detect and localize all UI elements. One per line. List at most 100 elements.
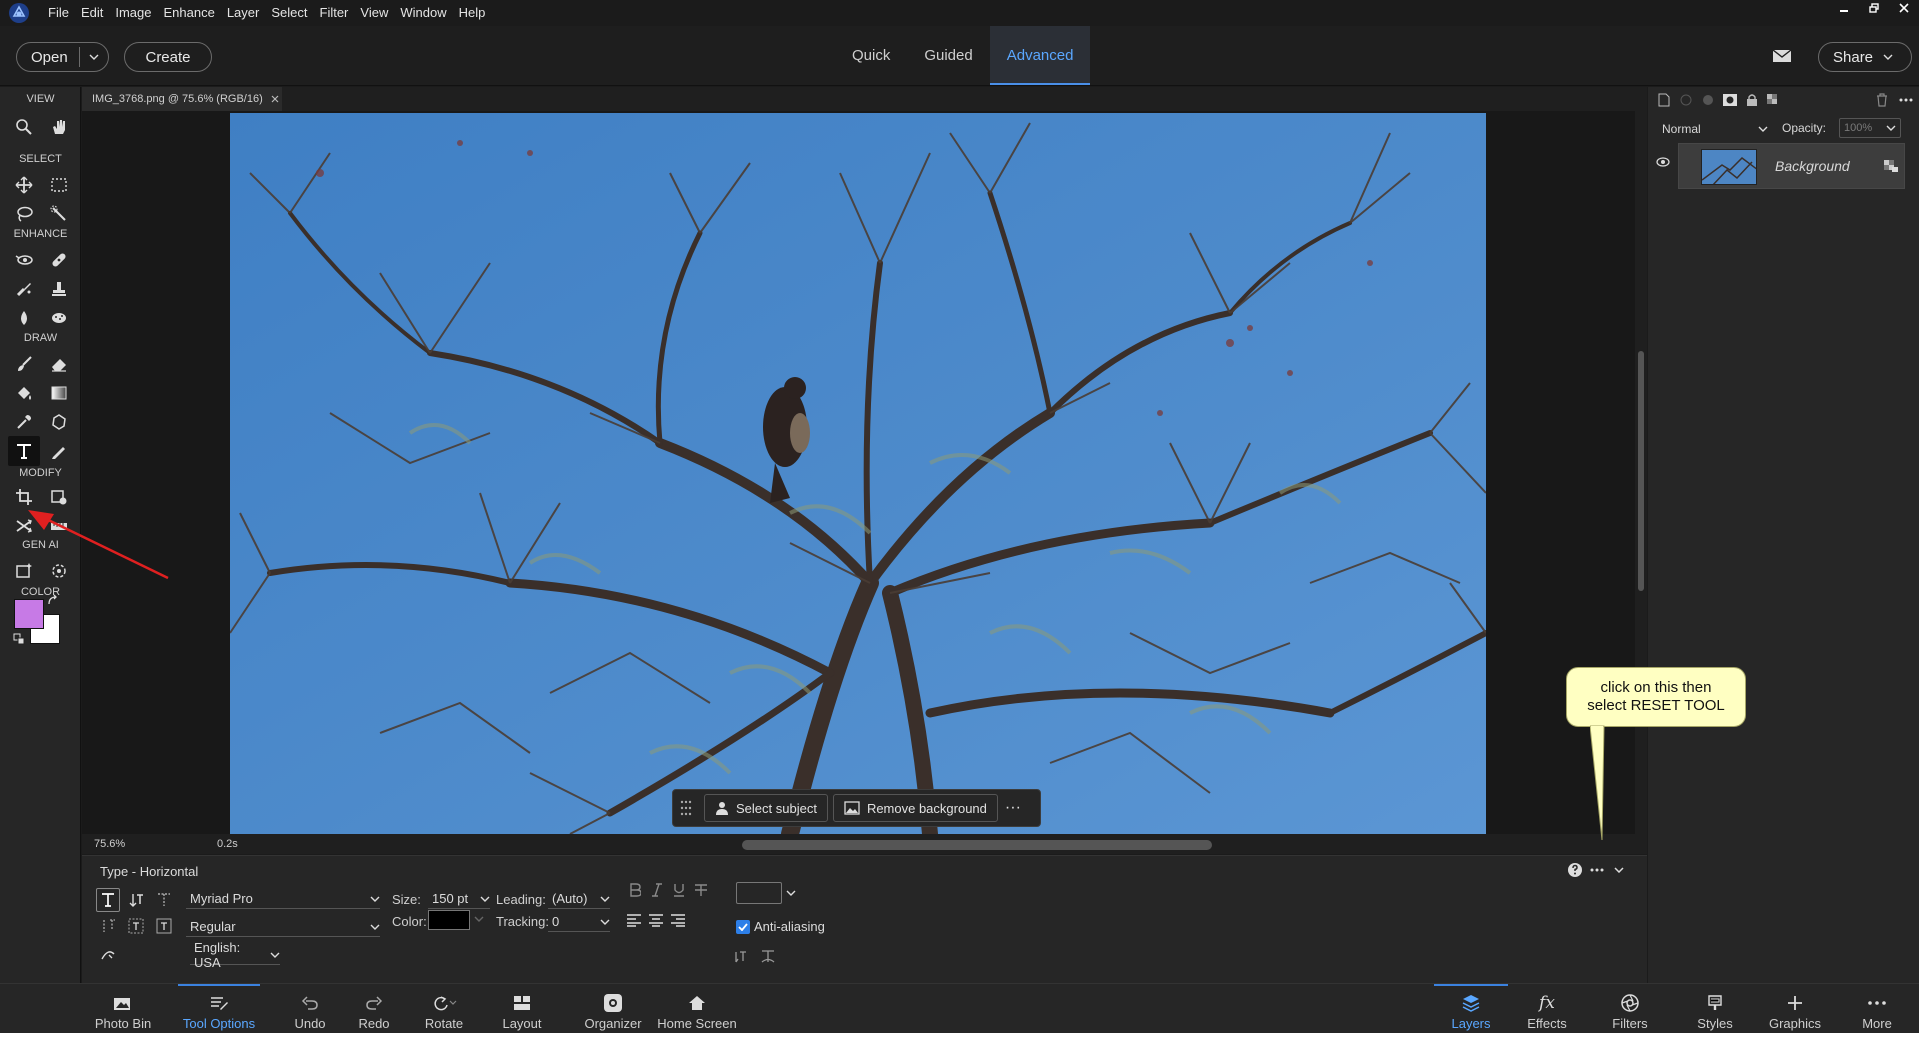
menu-filter[interactable]: Filter xyxy=(314,0,355,26)
font-family-select[interactable]: Myriad Pro xyxy=(186,889,380,909)
tab-advanced[interactable]: Advanced xyxy=(989,26,1091,85)
tool-options-button[interactable]: Tool Options xyxy=(178,984,260,1033)
chevron-down-icon[interactable] xyxy=(80,54,108,60)
foreground-color-swatch[interactable] xyxy=(14,599,44,629)
organizer-button[interactable]: Organizer xyxy=(580,984,646,1033)
graphics-button[interactable]: Graphics xyxy=(1764,984,1826,1033)
fill-layer-icon[interactable] xyxy=(1700,92,1716,108)
styles-button[interactable]: Styles xyxy=(1692,984,1738,1033)
scrollbar-thumb[interactable] xyxy=(1638,351,1644,591)
blur-tool-icon[interactable] xyxy=(11,305,37,331)
eraser-tool-icon[interactable] xyxy=(46,351,72,377)
chevron-down-icon[interactable] xyxy=(474,916,484,922)
chevron-down-icon[interactable] xyxy=(786,890,796,896)
tracking-select[interactable]: 0 xyxy=(548,912,610,932)
menu-layer[interactable]: Layer xyxy=(221,0,266,26)
text-color-swatch[interactable] xyxy=(428,910,470,930)
sponge-tool-icon[interactable] xyxy=(46,305,72,331)
hand-tool-icon[interactable] xyxy=(46,114,72,140)
visibility-eye-icon[interactable] xyxy=(1656,157,1670,167)
menu-select[interactable]: Select xyxy=(265,0,313,26)
vertical-scrollbar[interactable] xyxy=(1635,111,1647,836)
text-on-path-icon[interactable] xyxy=(96,942,120,966)
warp-text-icon[interactable] xyxy=(758,946,778,966)
tab-guided[interactable]: Guided xyxy=(907,26,989,85)
document-tab[interactable]: IMG_3768.png @ 75.6% (RGB/16) xyxy=(82,87,282,111)
close-tab-icon[interactable] xyxy=(271,95,279,103)
move-tool-icon[interactable] xyxy=(11,172,37,198)
font-style-select[interactable]: Regular xyxy=(186,917,380,937)
text-on-shape-icon[interactable] xyxy=(152,914,176,938)
photo-bin-button[interactable]: Photo Bin xyxy=(92,984,154,1033)
layout-button[interactable]: Layout xyxy=(497,984,547,1033)
effects-button[interactable]: fx Effects xyxy=(1522,984,1572,1033)
undo-button[interactable]: Undo xyxy=(289,984,331,1033)
zoom-level[interactable]: 75.6% xyxy=(94,838,125,850)
menu-enhance[interactable]: Enhance xyxy=(158,0,221,26)
vertical-type-icon[interactable] xyxy=(124,888,148,912)
bold-button[interactable] xyxy=(626,881,644,899)
brush-tool-icon[interactable] xyxy=(11,351,37,377)
layers-button[interactable]: Layers xyxy=(1434,984,1508,1033)
italic-button[interactable] xyxy=(648,881,666,899)
language-select[interactable]: English: USA xyxy=(190,940,280,970)
share-button[interactable]: Share xyxy=(1818,42,1912,72)
redo-button[interactable]: Redo xyxy=(353,984,395,1033)
create-button[interactable]: Create xyxy=(124,42,212,72)
default-colors-icon[interactable] xyxy=(13,633,25,645)
more-icon[interactable] xyxy=(1898,92,1914,108)
underline-button[interactable] xyxy=(670,881,688,899)
gradient-tool-icon[interactable] xyxy=(46,380,72,406)
zoom-tool-icon[interactable] xyxy=(11,114,37,140)
lock-icon[interactable] xyxy=(1744,92,1760,108)
shape-tool-icon[interactable] xyxy=(46,409,72,435)
horizontal-type-icon[interactable] xyxy=(96,888,120,912)
app-logo-icon[interactable] xyxy=(6,2,32,24)
pencil-tool-icon[interactable] xyxy=(46,438,72,464)
rotate-button[interactable]: Rotate xyxy=(419,984,469,1033)
menu-edit[interactable]: Edit xyxy=(75,0,109,26)
lock-transparency-icon[interactable] xyxy=(1766,92,1782,108)
menu-image[interactable]: Image xyxy=(109,0,157,26)
help-icon[interactable] xyxy=(1566,861,1584,879)
swap-colors-icon[interactable] xyxy=(47,594,59,606)
tab-quick[interactable]: Quick xyxy=(835,26,907,85)
eyedropper-icon[interactable] xyxy=(11,409,37,435)
leading-select[interactable]: (Auto) xyxy=(548,889,610,909)
collapse-options-icon[interactable] xyxy=(1610,861,1628,879)
layer-row-background[interactable]: Background xyxy=(1678,143,1905,189)
align-left-button[interactable] xyxy=(624,911,644,929)
taskbar-more-button[interactable]: ··· xyxy=(998,799,1028,817)
clone-stamp-icon[interactable] xyxy=(46,276,72,302)
filters-button[interactable]: Filters xyxy=(1604,984,1656,1033)
type-tool-icon[interactable] xyxy=(8,436,40,466)
adjustment-layer-icon[interactable] xyxy=(1678,92,1694,108)
opacity-field[interactable]: 100% xyxy=(1839,118,1901,138)
align-center-button[interactable] xyxy=(646,911,666,929)
minimize-icon[interactable] xyxy=(1829,0,1859,16)
menu-help[interactable]: Help xyxy=(453,0,492,26)
menu-view[interactable]: View xyxy=(354,0,394,26)
red-eye-tool-icon[interactable] xyxy=(11,247,37,273)
menu-window[interactable]: Window xyxy=(394,0,452,26)
paint-bucket-icon[interactable] xyxy=(11,380,37,406)
restore-icon[interactable] xyxy=(1859,0,1889,16)
type-mask-icon[interactable] xyxy=(152,888,176,912)
text-warp-box[interactable] xyxy=(736,882,782,904)
home-screen-button[interactable]: Home Screen xyxy=(656,984,738,1033)
quick-selection-tool-icon[interactable] xyxy=(46,201,72,227)
grip-icon[interactable] xyxy=(673,790,699,826)
marquee-tool-icon[interactable] xyxy=(46,172,72,198)
more-button[interactable]: More xyxy=(1854,984,1900,1033)
font-size-select[interactable]: 150 pt xyxy=(428,889,490,909)
photo-canvas[interactable] xyxy=(230,113,1486,834)
change-orientation-icon[interactable] xyxy=(734,946,754,966)
select-subject-button[interactable]: Select subject xyxy=(704,794,828,822)
smart-brush-icon[interactable] xyxy=(11,276,37,302)
menu-file[interactable]: File xyxy=(42,0,75,26)
healing-brush-icon[interactable] xyxy=(46,247,72,273)
trash-icon[interactable] xyxy=(1874,92,1890,108)
vertical-type-mask-icon[interactable] xyxy=(96,914,120,938)
horizontal-scrollbar[interactable] xyxy=(742,840,1212,850)
remove-background-button[interactable]: Remove background xyxy=(832,794,998,822)
